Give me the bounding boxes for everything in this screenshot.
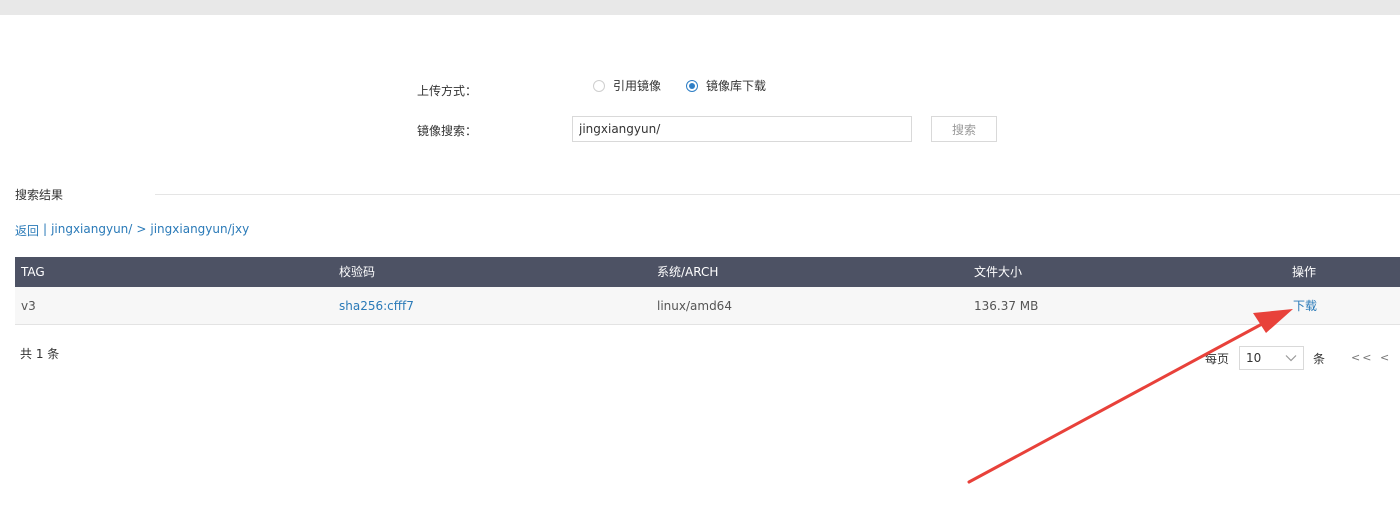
radio-registry-download[interactable]: 镜像库下载	[686, 77, 766, 94]
page-size-value: 10	[1246, 351, 1262, 365]
column-header-arch: 系统/ARCH	[657, 265, 719, 279]
total-count: 共 1 条	[20, 347, 60, 361]
section-divider	[155, 194, 1400, 195]
chevron-down-icon	[1285, 355, 1297, 362]
cell-arch: linux/amd64	[657, 299, 732, 313]
radio-circle-checked[interactable]	[686, 79, 698, 92]
top-bar	[0, 0, 1400, 15]
upload-method-label: 上传方式：	[417, 84, 478, 98]
radio-registry-download-label: 镜像库下载	[706, 79, 767, 93]
cell-tag: v3	[21, 299, 36, 313]
first-page-button[interactable]: <<	[1351, 351, 1373, 364]
results-table: TAG 校验码 系统/ARCH 文件大小 操作 v3 sha256:cfff7 …	[15, 257, 1400, 325]
radio-reference-image[interactable]: 引用镜像	[593, 77, 661, 94]
cell-size: 136.37 MB	[974, 299, 1039, 313]
search-button[interactable]: 搜索	[931, 116, 997, 142]
results-title: 搜索结果	[15, 188, 64, 202]
radio-circle[interactable]	[593, 79, 605, 92]
radio-reference-image-label: 引用镜像	[613, 79, 662, 93]
column-header-size: 文件大小	[974, 265, 1023, 279]
breadcrumb-arrow: >	[136, 222, 147, 236]
page-size-select[interactable]: 10	[1239, 346, 1304, 370]
prev-page-button[interactable]: <	[1380, 351, 1391, 364]
breadcrumb-back-link[interactable]: 返回	[15, 222, 39, 239]
per-page-label: 每页	[1205, 351, 1230, 366]
cell-digest-link[interactable]: sha256:cfff7	[339, 287, 414, 325]
table-row: v3 sha256:cfff7 linux/amd64 136.37 MB 下载	[15, 287, 1400, 325]
column-header-action: 操作	[1292, 265, 1317, 279]
breadcrumb: 返回 | jingxiangyun/ > jingxiangyun/jxy	[15, 222, 249, 239]
column-header-digest: 校验码	[339, 265, 376, 279]
breadcrumb-current[interactable]: jingxiangyun/jxy	[150, 222, 249, 239]
download-link[interactable]: 下载	[1293, 287, 1317, 325]
per-page-unit: 条	[1313, 351, 1326, 366]
image-search-input[interactable]	[572, 116, 912, 142]
table-header: TAG 校验码 系统/ARCH 文件大小 操作	[15, 257, 1400, 287]
breadcrumb-path-link[interactable]: jingxiangyun/	[51, 222, 132, 239]
image-search-label: 镜像搜索：	[417, 124, 478, 138]
breadcrumb-separator: |	[43, 222, 48, 236]
column-header-tag: TAG	[21, 265, 45, 279]
